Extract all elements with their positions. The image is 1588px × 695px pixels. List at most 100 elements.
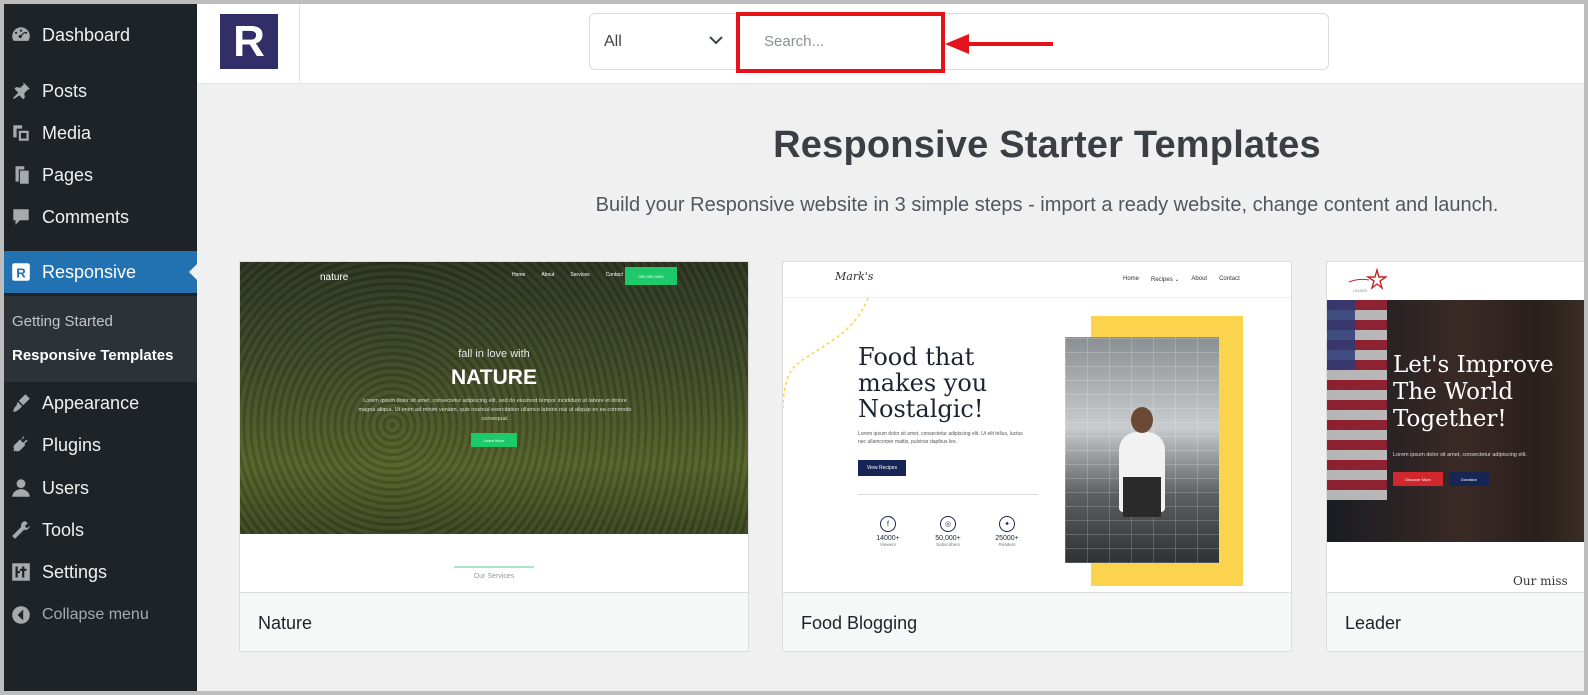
responsive-submenu: Getting Started Responsive Templates — [4, 296, 197, 382]
sidebar-item-label: Tools — [42, 519, 85, 540]
sidebar-item-users[interactable]: Users — [4, 467, 197, 509]
responsive-icon: R — [9, 260, 33, 284]
preview-heading: NATURE — [451, 366, 537, 389]
stat-label: Readers — [998, 542, 1016, 547]
annotation-arrow — [945, 34, 1053, 54]
collapse-menu-button[interactable]: Collapse menu — [4, 594, 197, 636]
preview-nav: Home Recipes ⌄ About Contact — [1123, 276, 1240, 283]
preview-nav-item: Home — [1123, 276, 1140, 282]
sidebar-item-posts[interactable]: Posts — [4, 70, 197, 112]
twitter-icon: ✦ — [999, 516, 1015, 532]
preview-cta-primary: Discover More — [1393, 472, 1443, 486]
pin-icon — [9, 79, 33, 103]
template-name[interactable]: Food Blogging — [783, 592, 1291, 651]
preview-nav-item: Services — [570, 272, 590, 278]
sidebar-item-tools[interactable]: Tools — [4, 509, 197, 551]
category-filter-select[interactable]: All — [590, 14, 738, 69]
sidebar-item-appearance[interactable]: Appearance — [4, 382, 197, 424]
preview-cta: View Recipes — [858, 460, 906, 476]
stat-value: 25000+ — [995, 535, 1019, 542]
preview-heading: Food that makes you Nostalgic! — [858, 343, 988, 423]
template-card-leader[interactable]: LEADER Let's Improve The World Together!… — [1326, 261, 1584, 652]
preview-paragraph: Lorem ipsum dolor sit amet, consectetur … — [1393, 452, 1527, 458]
window: Dashboard Posts Media Pages Comments R R… — [4, 4, 1584, 691]
preview-heading: Let's Improve The World Together! — [1393, 352, 1554, 432]
stat-readers: ✦ 25000+ Readers — [987, 516, 1027, 547]
submenu-getting-started[interactable]: Getting Started — [12, 313, 113, 330]
template-preview[interactable]: nature Home About Services Contact 000-0… — [240, 262, 748, 592]
stat-label: Subscribers — [936, 542, 960, 547]
plugins-icon — [9, 433, 33, 457]
facebook-icon: f — [880, 516, 896, 532]
template-name[interactable]: Nature — [240, 592, 748, 651]
comments-icon — [9, 205, 33, 229]
template-preview[interactable]: Mark's Home Recipes ⌄ About Contact Food… — [783, 262, 1291, 592]
preview-nav-item: About — [1191, 276, 1208, 282]
sidebar-item-label: Pages — [42, 164, 94, 185]
preview-section-label: Our Services — [473, 573, 515, 580]
svg-text:LEADER: LEADER — [1353, 289, 1367, 293]
stat-label: Viewers — [880, 542, 896, 547]
preview-nav-button: 000-000-0000 — [625, 267, 677, 285]
collapse-menu-label: Collapse menu — [42, 606, 149, 623]
sidebar-item-settings[interactable]: Settings — [4, 551, 197, 593]
sidebar-item-pages[interactable]: Pages — [4, 154, 197, 196]
settings-icon — [9, 560, 33, 584]
preview-divider — [454, 566, 534, 568]
preview-nav-item: About — [541, 272, 555, 278]
page-subtitle: Build your Responsive website in 3 simpl… — [595, 194, 1499, 216]
leader-logo-star-icon: LEADER — [1348, 268, 1387, 293]
sidebar-item-plugins[interactable]: Plugins — [4, 424, 197, 466]
sidebar-item-label: Responsive — [42, 261, 137, 282]
page-title: Responsive Starter Templates — [773, 124, 1321, 166]
preview-logo: Mark's — [835, 270, 874, 283]
collapse-icon — [9, 603, 33, 627]
preview-cta: Learn More — [471, 433, 517, 447]
preview-nav-item: Home — [512, 272, 526, 278]
chevron-down-icon — [709, 36, 723, 45]
appearance-icon — [9, 391, 33, 415]
dashboard-icon — [9, 23, 33, 47]
preview-paragraph: Lorem ipsum dolor sit amet, consectetur … — [858, 431, 1023, 445]
preview-nav-item: Recipes ⌄ — [1151, 277, 1180, 283]
preview-logo: nature — [320, 272, 349, 283]
sidebar-item-label: Appearance — [42, 392, 140, 413]
admin-sidebar: Dashboard Posts Media Pages Comments R R… — [4, 4, 197, 691]
sidebar-item-label: Users — [42, 477, 90, 498]
preview-nav-item: Contact — [1219, 276, 1240, 282]
preview-nav: Home About Services Contact — [512, 272, 623, 278]
preview-section-label: Our miss — [1513, 574, 1568, 588]
sidebar-item-label: Posts — [42, 80, 88, 101]
templates-header: R All — [197, 4, 1584, 84]
template-card-food-blogging[interactable]: Mark's Home Recipes ⌄ About Contact Food… — [782, 261, 1292, 652]
preview-nav-item: Contact — [605, 272, 623, 278]
responsive-logo[interactable]: R — [220, 14, 278, 69]
stat-value: 14000+ — [876, 535, 900, 542]
sidebar-item-label: Plugins — [42, 434, 102, 455]
preview-cta-secondary: Donation — [1449, 472, 1489, 486]
template-card-nature[interactable]: nature Home About Services Contact 000-0… — [239, 261, 749, 652]
template-preview[interactable]: LEADER Let's Improve The World Together!… — [1327, 262, 1584, 592]
users-icon — [9, 476, 33, 500]
media-icon — [9, 121, 33, 145]
chef-apron — [1123, 477, 1161, 517]
flag-canton — [1327, 300, 1355, 370]
filter-value: All — [604, 32, 622, 50]
instagram-icon: ◎ — [940, 516, 956, 532]
stat-subscribers: ◎ 50,000+ Subscribers — [928, 516, 968, 547]
stat-viewers: f 14000+ Viewers — [868, 516, 908, 547]
logo-area: R — [197, 4, 300, 84]
tools-icon — [9, 518, 33, 542]
chef-head — [1131, 407, 1153, 433]
sidebar-item-responsive[interactable]: R Responsive — [4, 251, 197, 293]
sidebar-item-label: Media — [42, 122, 92, 143]
preview-paragraph: Lorem ipsum dolor sit amet, consectetur … — [358, 398, 632, 422]
template-name[interactable]: Leader — [1327, 592, 1584, 651]
sidebar-item-label: Settings — [42, 561, 108, 582]
submenu-responsive-templates[interactable]: Responsive Templates — [12, 347, 173, 364]
sidebar-item-media[interactable]: Media — [4, 112, 197, 154]
sidebar-item-dashboard[interactable]: Dashboard — [4, 14, 197, 56]
pages-icon — [9, 163, 33, 187]
sidebar-item-label: Comments — [42, 206, 130, 227]
sidebar-item-comments[interactable]: Comments — [4, 196, 197, 238]
